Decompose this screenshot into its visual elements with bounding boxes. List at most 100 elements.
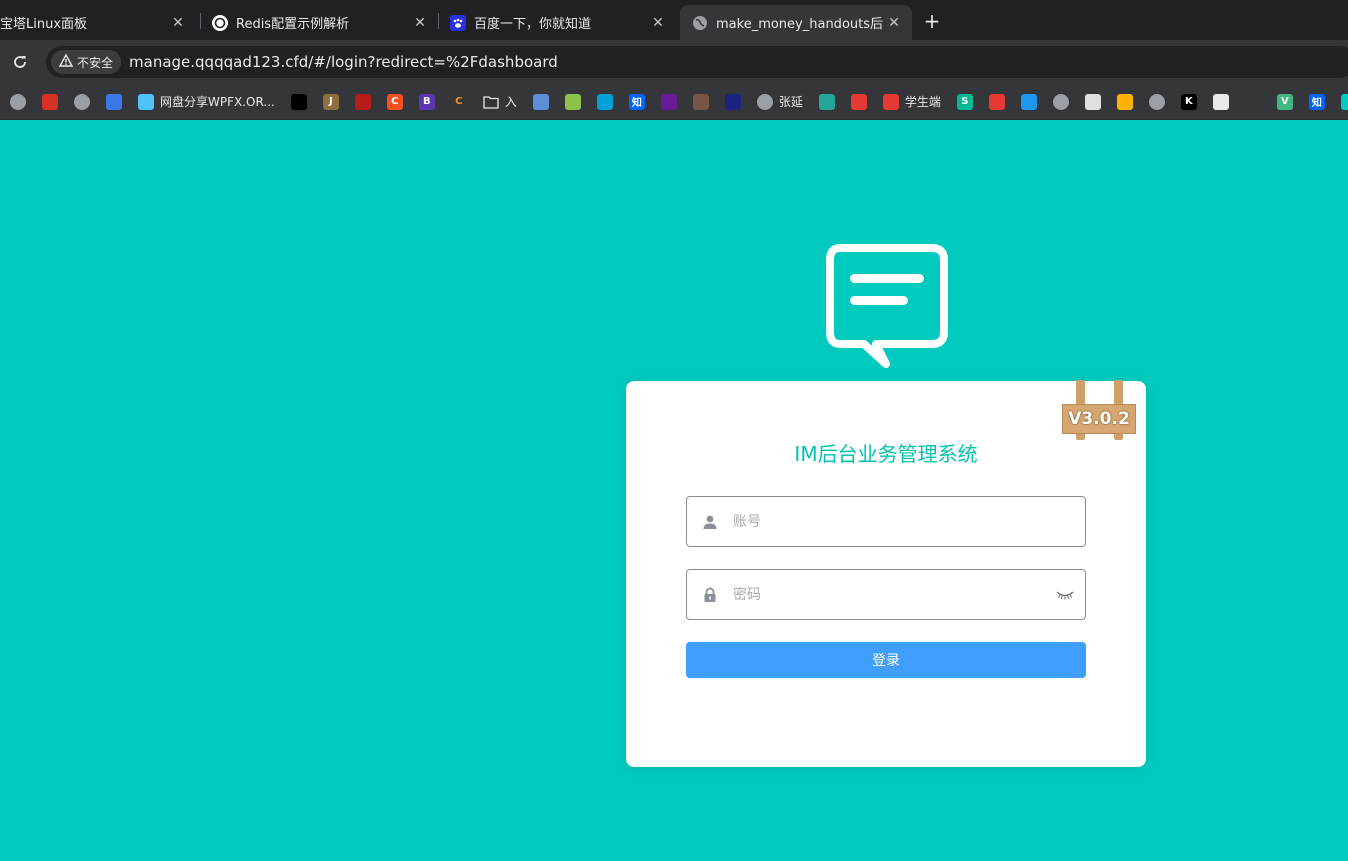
zhihu-icon: 知 <box>628 93 645 110</box>
c-blue-icon <box>532 93 549 110</box>
bookmark-item[interactable] <box>1237 88 1269 116</box>
browser-tab[interactable]: 百度一下，你就知道 ✕ <box>438 5 676 40</box>
bookmark-label: 入 <box>504 95 517 109</box>
bookmark-label: 张延 <box>778 95 803 109</box>
bookmark-item[interactable] <box>1141 88 1173 116</box>
bookmark-item[interactable]: C <box>443 88 475 116</box>
bookmark-item[interactable]: S <box>949 88 981 116</box>
security-label: 不安全 <box>77 55 114 70</box>
vue-icon: V <box>1276 93 1293 110</box>
browser-toolbar: 不安全 manage.qqqqad123.cfd/#/login?redirec… <box>0 40 1348 84</box>
j-icon: J <box>322 93 339 110</box>
password-input[interactable] <box>733 586 1045 603</box>
tab-title: 百度一下，你就知道 <box>474 17 592 32</box>
bookmark-item[interactable] <box>685 88 717 116</box>
bookmark-item[interactable] <box>347 88 379 116</box>
tab-close-icon[interactable]: ✕ <box>410 13 430 33</box>
bookmark-label: 网盘分享WPFX.OR... <box>160 95 275 109</box>
chat-logo-icon <box>826 244 948 368</box>
warning-icon <box>58 53 74 70</box>
bookmark-item[interactable] <box>1205 88 1237 116</box>
s-icon: S <box>956 93 973 110</box>
bookmark-item[interactable] <box>2 88 34 116</box>
box-icon <box>106 93 122 110</box>
globe-icon <box>1148 93 1165 110</box>
lock-icon <box>687 587 733 603</box>
tab-close-icon[interactable]: ✕ <box>168 13 188 33</box>
tv-icon <box>596 93 613 110</box>
bookmark-item[interactable] <box>1333 88 1348 116</box>
username-field[interactable] <box>686 496 1086 547</box>
bookmark-item[interactable] <box>843 88 875 116</box>
bookmark-item[interactable] <box>1013 88 1045 116</box>
bookmark-item[interactable]: 知 <box>1301 88 1333 116</box>
bookmark-item[interactable]: 网盘分享WPFX.OR... <box>130 88 283 116</box>
bookmark-item[interactable] <box>653 88 685 116</box>
badge-icon <box>988 93 1005 110</box>
bookmark-item[interactable] <box>557 88 589 116</box>
bookmark-item[interactable] <box>811 88 843 116</box>
bookmark-item[interactable] <box>1077 88 1109 116</box>
baidu-icon <box>450 14 466 31</box>
bookmark-glyph: K <box>1185 96 1193 107</box>
shield-icon <box>882 93 899 110</box>
tab-title: Redis配置示例解析 <box>236 17 350 32</box>
version-sign: V3.0.2 <box>1062 380 1138 442</box>
bookmark-item[interactable] <box>1045 88 1077 116</box>
eye-closed-icon[interactable] <box>1045 589 1085 601</box>
folder-icon <box>483 94 499 110</box>
magnifier-icon <box>1116 93 1133 110</box>
bookmark-item[interactable] <box>283 88 315 116</box>
bookmark-item[interactable]: J <box>315 88 347 116</box>
globe-icon <box>74 93 90 110</box>
browser-tab[interactable]: 宝塔Linux面板 ✕ <box>0 5 196 40</box>
c-orange-icon: C <box>450 93 467 110</box>
x-icon <box>818 93 835 110</box>
bookmark-item[interactable] <box>981 88 1013 116</box>
bookmark-item[interactable]: 学生端 <box>875 88 949 116</box>
bookmark-item[interactable] <box>589 88 621 116</box>
bookmark-glyph: C <box>455 96 463 107</box>
k-icon: K <box>1180 93 1197 110</box>
c-icon: C <box>386 93 403 110</box>
browser-tab[interactable]: Redis配置示例解析 ✕ <box>200 5 438 40</box>
browser-tabstrip: 宝塔Linux面板 ✕ Redis配置示例解析 ✕ 百度一下，你就知道 ✕ ma… <box>0 0 1348 40</box>
username-input[interactable] <box>733 513 1085 530</box>
bookmark-item[interactable] <box>66 88 98 116</box>
bookmark-item[interactable]: 入 <box>475 88 525 116</box>
bookmark-item[interactable]: 张延 <box>749 88 811 116</box>
new-tab-button[interactable]: + <box>920 9 944 33</box>
reload-icon[interactable] <box>8 50 32 74</box>
bookmark-item[interactable]: 知 <box>621 88 653 116</box>
version-badge: V3.0.2 <box>1068 409 1130 429</box>
browser-tab-active[interactable]: make_money_handouts后台 ✕ <box>680 5 912 40</box>
tab-title: 宝塔Linux面板 <box>0 17 88 32</box>
bookmark-item[interactable]: B <box>411 88 443 116</box>
windmill-icon <box>138 93 154 110</box>
login-button[interactable]: 登录 <box>686 642 1086 678</box>
security-chip[interactable]: 不安全 <box>51 50 122 74</box>
bookmark-item[interactable] <box>717 88 749 116</box>
globe-icon <box>10 93 26 110</box>
url-text[interactable]: manage.qqqqad123.cfd/#/login?redirect=%2… <box>129 53 558 71</box>
globe-icon <box>692 15 708 31</box>
zhihu-icon: 知 <box>1308 93 1325 110</box>
bookmark-item[interactable]: K <box>1173 88 1205 116</box>
feather-icon <box>290 93 307 110</box>
bookmark-label: 学生端 <box>904 95 941 109</box>
bookmark-item[interactable] <box>525 88 557 116</box>
bookmark-item[interactable] <box>1109 88 1141 116</box>
address-bar[interactable]: 不安全 manage.qqqqad123.cfd/#/login?redirec… <box>46 46 1348 78</box>
bookmark-item[interactable]: C <box>379 88 411 116</box>
shop-icon <box>850 93 867 110</box>
tab-close-icon[interactable]: ✕ <box>648 13 668 33</box>
bookmark-item[interactable]: V <box>1269 88 1301 116</box>
square-icon <box>1244 93 1261 110</box>
tab-close-icon[interactable]: ✕ <box>884 13 904 33</box>
bookmark-item[interactable] <box>34 88 66 116</box>
password-field[interactable] <box>686 569 1086 620</box>
bookmark-glyph: C <box>391 96 399 107</box>
tab-title: make_money_handouts后台 <box>716 17 884 32</box>
bookmark-glyph: S <box>961 96 969 107</box>
bookmark-item[interactable] <box>98 88 130 116</box>
